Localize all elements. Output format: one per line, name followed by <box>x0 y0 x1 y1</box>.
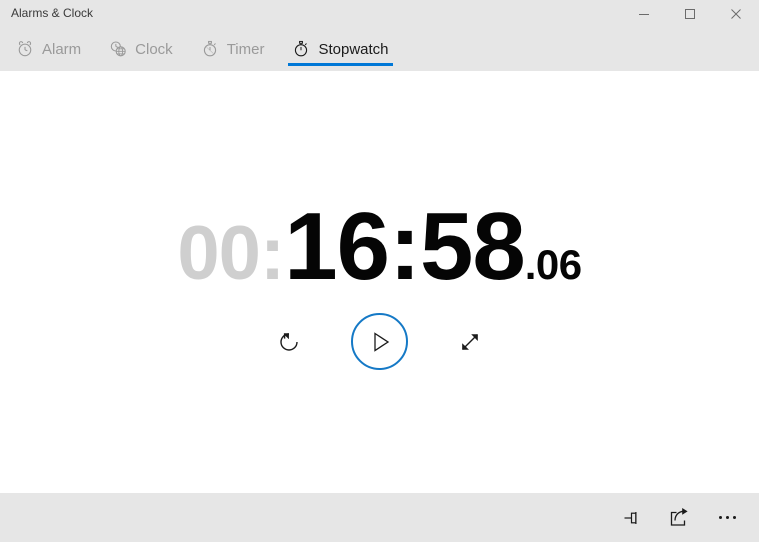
more-ellipsis-icon <box>718 516 736 519</box>
close-button[interactable] <box>713 0 759 27</box>
window-controls <box>621 0 759 27</box>
stopwatch-controls <box>269 313 490 370</box>
title-bar: Alarms & Clock <box>0 0 759 27</box>
start-button[interactable] <box>351 313 408 370</box>
command-bar <box>0 493 759 542</box>
tab-active-indicator <box>288 63 393 66</box>
tab-bar: Alarm Clock Timer Stopwatch <box>0 27 759 71</box>
stopwatch-content: 00: 16:58 .06 <box>0 199 759 370</box>
minimize-button[interactable] <box>621 0 667 27</box>
tab-label-stopwatch: Stopwatch <box>318 40 389 58</box>
maximize-button[interactable] <box>667 0 713 27</box>
play-icon <box>367 331 392 353</box>
reset-icon <box>277 330 301 354</box>
tab-alarm[interactable]: Alarm <box>2 27 95 71</box>
stopwatch-hours-minutes-dim: 00: <box>177 211 285 296</box>
pin-button[interactable] <box>607 496 655 540</box>
world-clock-icon <box>109 40 127 58</box>
stopwatch-elapsed-main: 16:58 <box>284 193 526 300</box>
window-title: Alarms & Clock <box>11 6 94 20</box>
alarms-and-clock-window: Alarms & Clock Alarm Clock Timer Stopwat… <box>0 0 759 542</box>
stopwatch-icon <box>292 40 310 58</box>
expand-button[interactable] <box>450 322 490 362</box>
alarm-clock-icon <box>16 40 34 58</box>
see-more-button[interactable] <box>703 496 751 540</box>
tab-stopwatch[interactable]: Stopwatch <box>278 27 402 71</box>
timer-icon <box>201 40 219 58</box>
share-icon <box>668 507 690 529</box>
stopwatch-panel: 00: 16:58 .06 <box>0 71 759 493</box>
pin-icon <box>620 507 642 529</box>
tab-timer[interactable]: Timer <box>187 27 279 71</box>
tab-label-alarm: Alarm <box>42 40 82 58</box>
tab-label-timer: Timer <box>226 40 265 58</box>
tab-label-clock: Clock <box>135 40 173 58</box>
stopwatch-elapsed-fraction: .06 <box>524 241 582 288</box>
reset-button[interactable] <box>269 322 309 362</box>
expand-diagonal-icon <box>458 330 482 354</box>
stopwatch-readout: 00: 16:58 .06 <box>177 193 582 300</box>
tab-clock[interactable]: Clock <box>95 27 187 71</box>
share-button[interactable] <box>655 496 703 540</box>
